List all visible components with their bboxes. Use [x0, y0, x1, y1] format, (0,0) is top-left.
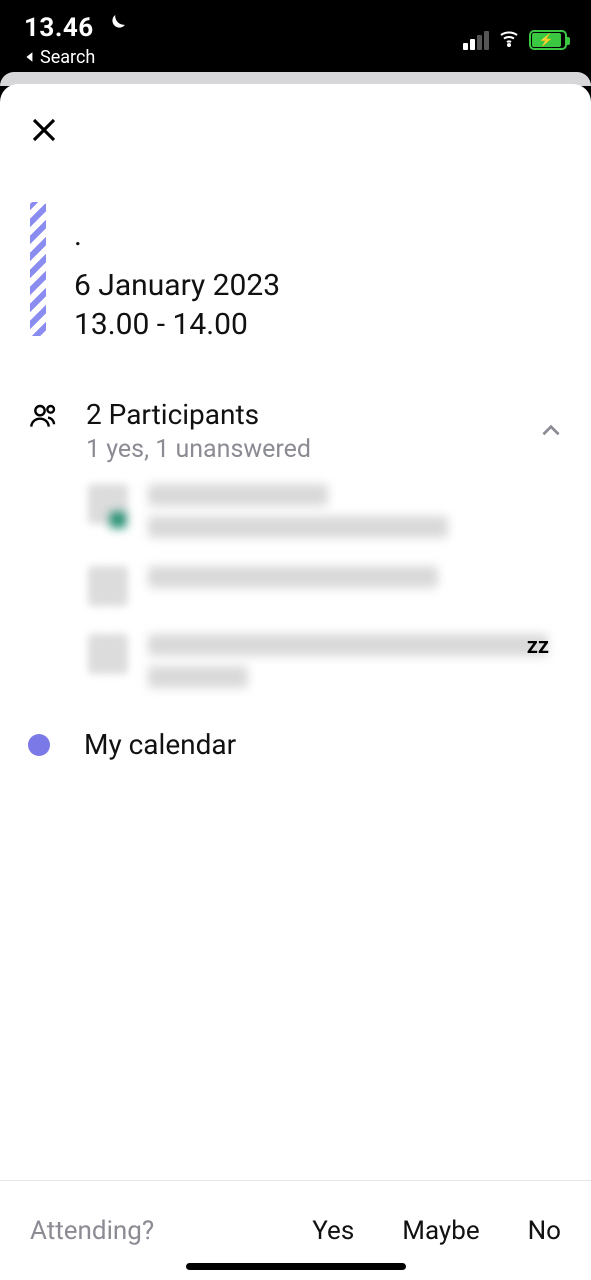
event-date: 6 January 2023: [74, 268, 280, 303]
event-color-bar: [30, 202, 46, 336]
calendar-label: My calendar: [84, 728, 236, 761]
chevron-up-icon: [531, 398, 571, 444]
calendar-row[interactable]: My calendar: [0, 688, 591, 761]
battery-icon: ⚡: [529, 30, 567, 50]
redacted-text: [148, 634, 548, 656]
cellular-signal-icon: [463, 31, 489, 50]
back-caret-icon: [24, 47, 36, 68]
close-button[interactable]: [22, 108, 66, 152]
back-label: Search: [40, 47, 95, 68]
calendar-color-dot: [28, 734, 50, 756]
avatar: [88, 634, 128, 674]
redacted-text: [148, 516, 448, 538]
participants-title: 2 Participants: [86, 398, 531, 431]
close-icon: [29, 115, 59, 145]
back-to-search[interactable]: Search: [24, 47, 128, 68]
avatar: [88, 566, 128, 606]
participants-icon: [22, 398, 66, 432]
event-title: .: [74, 218, 280, 254]
home-indicator[interactable]: [186, 1263, 406, 1270]
rsvp-no-button[interactable]: No: [528, 1216, 561, 1246]
redacted-text: [148, 484, 328, 506]
status-time: 13.46: [24, 13, 94, 43]
list-item[interactable]: [88, 484, 571, 538]
participants-list: zz: [0, 464, 591, 688]
snooze-badge: zz: [527, 634, 549, 659]
redacted-text: [148, 566, 438, 588]
event-detail-sheet: . 6 January 2023 13.00 - 14.00 2 Partici…: [0, 84, 591, 1280]
rsvp-maybe-button[interactable]: Maybe: [402, 1216, 479, 1246]
list-item[interactable]: zz: [88, 634, 571, 688]
rsvp-yes-button[interactable]: Yes: [312, 1216, 354, 1246]
list-item[interactable]: [88, 566, 571, 606]
participants-section-header[interactable]: 2 Participants 1 yes, 1 unanswered: [0, 342, 591, 464]
status-bar: 13.46 Search ⚡: [0, 0, 591, 70]
wifi-icon: [497, 26, 521, 54]
avatar: [88, 484, 128, 524]
participants-summary: 1 yes, 1 unanswered: [86, 435, 531, 464]
attending-prompt: Attending?: [30, 1216, 154, 1246]
do-not-disturb-icon: [104, 12, 128, 43]
event-time: 13.00 - 14.00: [74, 307, 280, 342]
event-header: . 6 January 2023 13.00 - 14.00: [0, 152, 591, 342]
redacted-text: [148, 666, 248, 688]
